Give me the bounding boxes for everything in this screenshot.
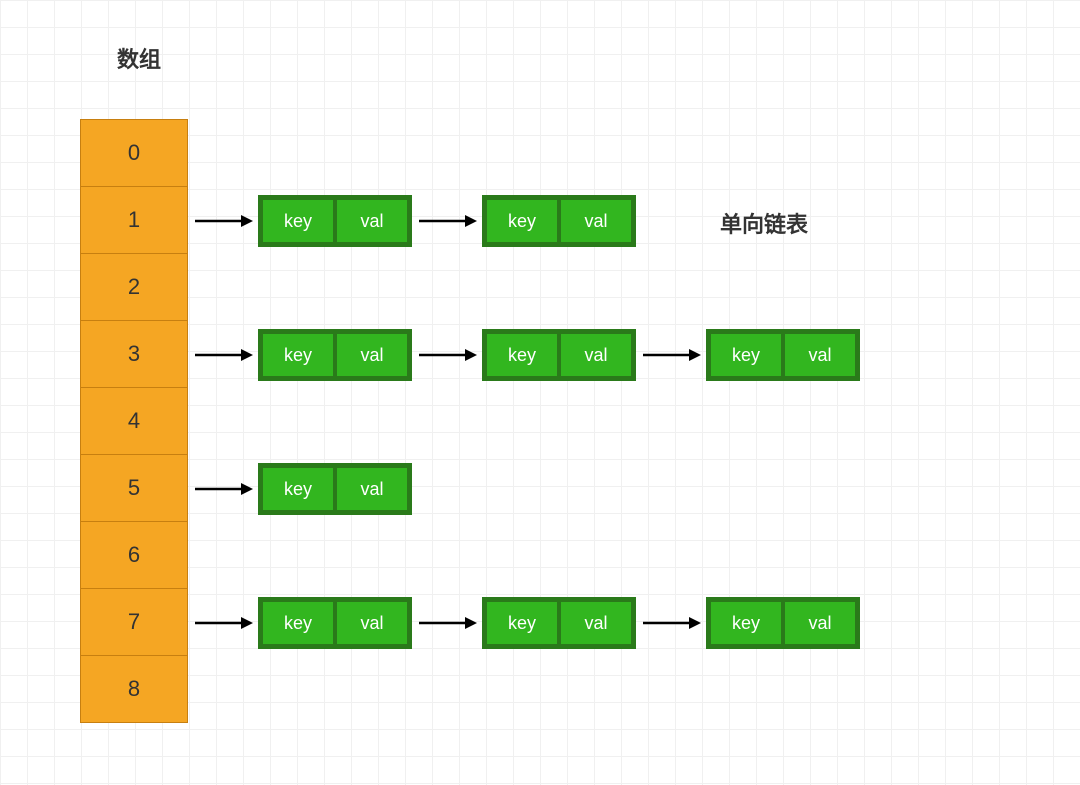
list-node: keyval [482,329,636,381]
list-node: keyval [482,195,636,247]
node-key: key [487,602,557,644]
arrow-icon [412,613,482,633]
arrow-icon [188,211,258,231]
arrow-icon [188,479,258,499]
node-key: key [711,334,781,376]
arrow-icon [412,345,482,365]
array-cell-4: 4 [80,387,188,455]
chain-row-1: keyvalkeyval [188,187,636,255]
chain-row-5: keyval [188,455,412,523]
list-node: keyval [258,329,412,381]
node-val: val [337,468,407,510]
linked-list-title: 单向链表 [720,207,808,239]
arrow-icon [636,613,706,633]
node-key: key [487,200,557,242]
node-key: key [263,602,333,644]
node-val: val [785,334,855,376]
array-cell-8: 8 [80,655,188,723]
arrow-icon [412,211,482,231]
list-node: keyval [706,329,860,381]
list-node: keyval [706,597,860,649]
node-val: val [337,334,407,376]
chain-row-3: keyvalkeyvalkeyval [188,321,860,389]
arrow-icon [188,345,258,365]
list-node: keyval [482,597,636,649]
list-node: keyval [258,463,412,515]
node-val: val [561,200,631,242]
node-key: key [263,334,333,376]
array-cell-5: 5 [80,454,188,522]
node-key: key [487,334,557,376]
node-val: val [561,602,631,644]
node-val: val [337,200,407,242]
arrow-icon [636,345,706,365]
node-key: key [263,200,333,242]
array-cell-7: 7 [80,588,188,656]
node-val: val [785,602,855,644]
array-cell-2: 2 [80,253,188,321]
array-title: 数组 [117,42,161,74]
node-key: key [263,468,333,510]
node-val: val [561,334,631,376]
list-node: keyval [258,195,412,247]
arrow-icon [188,613,258,633]
array-cell-1: 1 [80,186,188,254]
chain-row-7: keyvalkeyvalkeyval [188,589,860,657]
array-column: 012345678 [80,120,188,723]
array-cell-3: 3 [80,320,188,388]
node-key: key [711,602,781,644]
array-cell-6: 6 [80,521,188,589]
list-node: keyval [258,597,412,649]
node-val: val [337,602,407,644]
array-cell-0: 0 [80,119,188,187]
